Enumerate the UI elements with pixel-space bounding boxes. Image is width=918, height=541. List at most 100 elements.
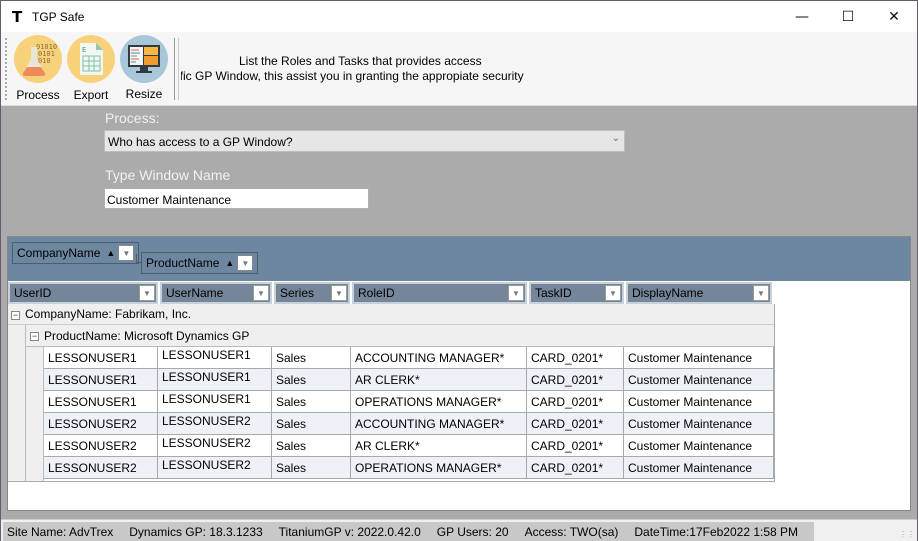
- status-access: Access: TWO(sa): [524, 524, 619, 539]
- cell-userid[interactable]: LESSONUSER1: [44, 391, 158, 412]
- cell-roleid[interactable]: AR CLERK*: [351, 435, 527, 456]
- group-chip-productname[interactable]: ProductName ▲ ▼: [141, 252, 259, 274]
- filter-dropdown-icon[interactable]: ▼: [237, 255, 254, 271]
- column-label: Series: [280, 286, 315, 300]
- collapse-icon[interactable]: −: [30, 332, 39, 341]
- column-header-userid[interactable]: UserID ▼: [8, 282, 158, 304]
- sort-ascending-icon: ▲: [225, 258, 235, 268]
- cell-series[interactable]: Sales: [272, 435, 351, 456]
- window-controls: — ☐ ✕: [779, 1, 917, 32]
- description-line-2: ific GP Window, this assist you in grant…: [181, 69, 524, 83]
- cell-displayname[interactable]: Customer Maintenance: [624, 347, 774, 368]
- cell-series[interactable]: Sales: [272, 391, 351, 412]
- column-label: UserID: [14, 286, 52, 300]
- filter-dropdown-icon[interactable]: ▼: [253, 285, 269, 301]
- cell-displayname[interactable]: Customer Maintenance: [624, 435, 774, 456]
- table-row[interactable]: LESSONUSER2 LESSONUSER2 Sales OPERATIONS…: [44, 457, 774, 479]
- filter-active-icon[interactable]: ▼: [139, 285, 155, 301]
- status-titanium-version: TitaniumGP v: 2022.0.42.0: [278, 524, 421, 539]
- table-row[interactable]: LESSONUSER2 LESSONUSER2 Sales ACCOUNTING…: [44, 413, 774, 435]
- group-indent: [26, 347, 44, 481]
- cell-taskid[interactable]: CARD_0201*: [527, 369, 624, 390]
- app-logo-icon: T: [12, 7, 23, 26]
- cell-userid[interactable]: LESSONUSER2: [44, 435, 158, 456]
- group-chip-label: CompanyName: [17, 246, 101, 260]
- cell-userid[interactable]: LESSONUSER2: [44, 457, 158, 478]
- cell-username[interactable]: LESSONUSER1: [158, 369, 272, 390]
- cell-displayname[interactable]: Customer Maintenance: [624, 413, 774, 434]
- cell-taskid[interactable]: CARD_0201*: [527, 347, 624, 368]
- app-window: T TGP Safe — ☐ ✕ 01010 0101 010 Process: [0, 0, 918, 541]
- cell-series[interactable]: Sales: [272, 413, 351, 434]
- cell-roleid[interactable]: OPERATIONS MANAGER*: [351, 391, 527, 412]
- column-label: RoleID: [358, 286, 395, 300]
- maximize-button[interactable]: ☐: [825, 1, 871, 32]
- window-title: TGP Safe: [32, 9, 85, 24]
- filter-dropdown-icon[interactable]: ▼: [605, 285, 621, 301]
- resize-grip-icon[interactable]: ⋮⋮: [899, 530, 915, 539]
- status-gp-users: GP Users: 20: [436, 524, 509, 539]
- cell-username[interactable]: LESSONUSER2: [158, 435, 272, 456]
- column-header-displayname[interactable]: DisplayName ▼: [626, 282, 772, 304]
- filter-dropdown-icon[interactable]: ▼: [331, 285, 347, 301]
- cell-taskid[interactable]: CARD_0201*: [527, 435, 624, 456]
- grid-bottom-line: [8, 481, 774, 482]
- table-row[interactable]: LESSONUSER1 LESSONUSER1 Sales ACCOUNTING…: [44, 347, 774, 369]
- cell-username[interactable]: LESSONUSER2: [158, 457, 272, 478]
- cell-roleid[interactable]: AR CLERK*: [351, 369, 527, 390]
- cell-taskid[interactable]: CARD_0201*: [527, 457, 624, 478]
- group-row-company[interactable]: − CompanyName: Fabrikam, Inc.: [8, 304, 774, 325]
- cell-userid[interactable]: LESSONUSER1: [44, 369, 158, 390]
- column-label: TaskID: [535, 286, 572, 300]
- filter-dropdown-icon[interactable]: ▼: [753, 285, 769, 301]
- filter-dropdown-icon[interactable]: ▼: [118, 245, 135, 261]
- cell-userid[interactable]: LESSONUSER2: [44, 413, 158, 434]
- cell-series[interactable]: Sales: [272, 457, 351, 478]
- table-row[interactable]: LESSONUSER1 LESSONUSER1 Sales AR CLERK* …: [44, 369, 774, 391]
- cell-taskid[interactable]: CARD_0201*: [527, 391, 624, 412]
- toolbar: 01010 0101 010 Process E Export Resize L…: [1, 32, 917, 106]
- column-header-username[interactable]: UserName ▼: [160, 282, 272, 304]
- filter-dropdown-icon[interactable]: ▼: [508, 285, 524, 301]
- cell-displayname[interactable]: Customer Maintenance: [624, 391, 774, 412]
- process-label: Process: [16, 88, 60, 102]
- cell-userid[interactable]: LESSONUSER1: [44, 347, 158, 368]
- group-chip-label: ProductName: [146, 256, 220, 270]
- cell-taskid[interactable]: CARD_0201*: [527, 413, 624, 434]
- cell-username[interactable]: LESSONUSER2: [158, 413, 272, 434]
- toolbar-grip[interactable]: [5, 38, 7, 100]
- table-row[interactable]: LESSONUSER1 LESSONUSER1 Sales OPERATIONS…: [44, 391, 774, 413]
- results-grid: CompanyName ▲ ▼ ProductName ▲ ▼ UserID ▼…: [7, 236, 911, 511]
- cell-series[interactable]: Sales: [272, 369, 351, 390]
- status-site: Site Name: AdvTrex: [7, 524, 114, 539]
- minimize-button[interactable]: —: [779, 1, 825, 32]
- export-button[interactable]: E Export: [65, 35, 117, 105]
- status-info: Site Name: AdvTrex Dynamics GP: 18.3.123…: [3, 522, 815, 541]
- resize-label: Resize: [125, 87, 163, 101]
- data-rows: LESSONUSER1 LESSONUSER1 Sales ACCOUNTING…: [44, 347, 774, 479]
- table-row[interactable]: LESSONUSER2 LESSONUSER2 Sales AR CLERK* …: [44, 435, 774, 457]
- collapse-icon[interactable]: −: [11, 311, 20, 320]
- flask-binary-icon: 01010 0101 010: [14, 35, 62, 83]
- cell-username[interactable]: LESSONUSER1: [158, 347, 272, 368]
- group-row-label: CompanyName: Fabrikam, Inc.: [25, 307, 192, 321]
- window-name-input[interactable]: Customer Maintenance: [104, 188, 369, 209]
- cell-displayname[interactable]: Customer Maintenance: [624, 369, 774, 390]
- process-button[interactable]: 01010 0101 010 Process: [12, 35, 64, 105]
- cell-roleid[interactable]: ACCOUNTING MANAGER*: [351, 347, 527, 368]
- column-header-series[interactable]: Series ▼: [274, 282, 350, 304]
- cell-roleid[interactable]: ACCOUNTING MANAGER*: [351, 413, 527, 434]
- group-row-product[interactable]: − ProductName: Microsoft Dynamics GP: [26, 325, 774, 347]
- close-button[interactable]: ✕: [871, 1, 917, 32]
- cell-displayname[interactable]: Customer Maintenance: [624, 457, 774, 478]
- process-select[interactable]: Who has access to a GP Window? ⌄: [104, 130, 625, 152]
- column-headers: UserID ▼ UserName ▼ Series ▼ RoleID ▼ Ta…: [8, 282, 774, 304]
- column-label: DisplayName: [632, 286, 704, 300]
- column-header-roleid[interactable]: RoleID ▼: [352, 282, 527, 304]
- cell-username[interactable]: LESSONUSER1: [158, 391, 272, 412]
- column-header-taskid[interactable]: TaskID ▼: [529, 282, 624, 304]
- cell-series[interactable]: Sales: [272, 347, 351, 368]
- resize-button[interactable]: Resize: [118, 35, 170, 105]
- group-chip-companyname[interactable]: CompanyName ▲ ▼: [12, 242, 140, 264]
- cell-roleid[interactable]: OPERATIONS MANAGER*: [351, 457, 527, 478]
